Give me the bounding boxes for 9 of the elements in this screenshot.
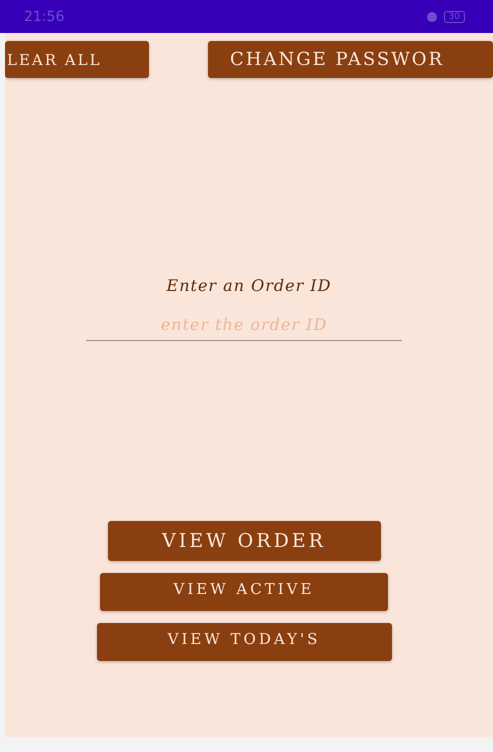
order-id-field[interactable]: enter the order ID	[86, 315, 402, 341]
change-password-button[interactable]: CHANGE PASSWOR	[208, 41, 493, 78]
clear-all-button[interactable]: LEAR ALL	[5, 41, 149, 78]
view-button[interactable]: VIEW ORDER	[108, 521, 380, 561]
status-time: 21:56	[24, 8, 64, 24]
view-button[interactable]: VIEW ACTIVE	[100, 573, 388, 611]
order-id-label: Enter an Order ID	[166, 276, 332, 295]
battery-icon: 30	[444, 10, 465, 22]
view-button[interactable]: VIEW TODAY'S	[96, 623, 392, 661]
